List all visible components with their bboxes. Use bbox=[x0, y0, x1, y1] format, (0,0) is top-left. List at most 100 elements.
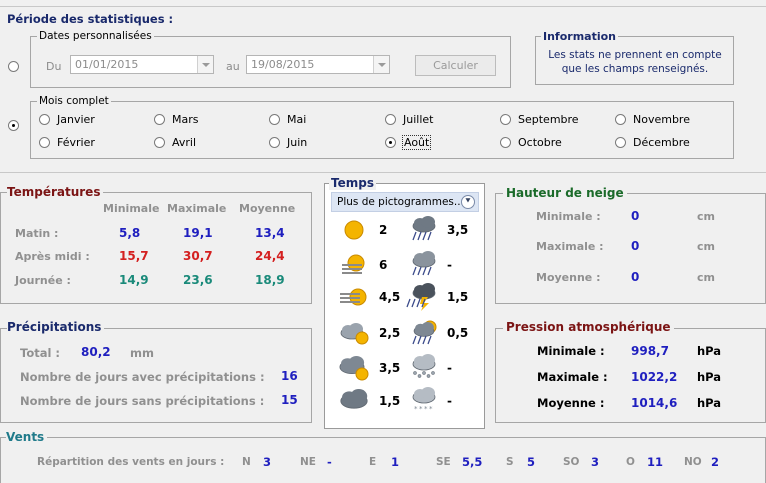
chevron-down-icon[interactable] bbox=[373, 56, 389, 73]
wind-dir-label: SO bbox=[563, 456, 580, 468]
pressure-max-unit: hPa bbox=[697, 370, 722, 384]
to-label: au bbox=[226, 60, 240, 73]
wind-dir-value: 3 bbox=[591, 455, 600, 469]
temp-day-avg: 18,9 bbox=[255, 273, 285, 287]
month-radio-9[interactable] bbox=[500, 137, 511, 148]
custom-dates-radio[interactable] bbox=[8, 61, 19, 72]
snow-avg-label: Moyenne : bbox=[536, 271, 601, 284]
from-date-value: 01/01/2015 bbox=[75, 58, 139, 71]
weather-right-value: 3,5 bbox=[447, 223, 469, 237]
precip-total-value: 80,2 bbox=[81, 345, 111, 359]
svg-text:*: * bbox=[419, 405, 423, 413]
month-label[interactable]: Décembre bbox=[633, 136, 690, 149]
thunderstorm-icon bbox=[406, 283, 436, 311]
period-title: Période des statistiques : bbox=[7, 12, 174, 26]
custom-dates-legend: Dates personnalisées bbox=[37, 30, 154, 42]
wind-dir-value: 11 bbox=[647, 455, 664, 469]
month-label[interactable]: Mai bbox=[287, 113, 306, 126]
to-date-combo[interactable]: 19/08/2015 bbox=[246, 55, 390, 74]
pressure-min-unit: hPa bbox=[697, 344, 722, 358]
temp-morning-max: 19,1 bbox=[183, 226, 213, 240]
partly-cloudy-icon bbox=[340, 323, 369, 345]
chevron-down-icon[interactable]: ⯆ bbox=[461, 195, 475, 209]
from-label: Du bbox=[46, 60, 62, 73]
precip-with-label: Nombre de jours avec précipitations : bbox=[20, 370, 265, 384]
month-label[interactable]: Septembre bbox=[518, 113, 579, 126]
chevron-down-icon[interactable] bbox=[197, 56, 213, 73]
wind-dir-value: 5 bbox=[527, 455, 536, 469]
snow-min-value: 0 bbox=[631, 209, 640, 223]
month-radio-6[interactable] bbox=[385, 114, 396, 125]
info-text: Les stats ne prennent en compte que les … bbox=[548, 49, 722, 75]
pictograms-dropdown[interactable]: Plus de pictogrammes... ⯆ bbox=[331, 192, 479, 212]
temp-col-min: Minimale bbox=[103, 202, 160, 215]
month-radio-0[interactable] bbox=[39, 114, 50, 125]
sun-haze-icon bbox=[340, 288, 367, 306]
month-radio-11[interactable] bbox=[615, 137, 626, 148]
rain-showers-icon bbox=[412, 216, 436, 241]
wind-dir-label: O bbox=[626, 456, 635, 468]
pressure-avg-unit: hPa bbox=[697, 396, 722, 410]
month-label[interactable]: Novembre bbox=[633, 113, 690, 126]
temp-day-min: 14,9 bbox=[119, 273, 149, 287]
precip-with-value: 16 bbox=[281, 369, 298, 383]
temp-morning-avg: 13,4 bbox=[255, 226, 285, 240]
heavy-rain-icon bbox=[412, 251, 436, 276]
weather-left-value: 2 bbox=[379, 223, 388, 237]
temp-day-max: 23,6 bbox=[183, 273, 213, 287]
winds-label: Répartition des vents en jours : bbox=[37, 456, 225, 468]
month-radio-2[interactable] bbox=[154, 114, 165, 125]
weather-pictograms: * * * * bbox=[339, 216, 437, 413]
full-month-legend: Mois complet bbox=[37, 95, 111, 107]
snow-title: Hauteur de neige bbox=[503, 186, 627, 200]
snow-avg-value: 0 bbox=[631, 270, 640, 284]
snow-max-label: Maximale : bbox=[536, 240, 604, 253]
month-radio-10[interactable] bbox=[615, 114, 626, 125]
svg-text:*: * bbox=[414, 405, 418, 413]
wind-dir-value: - bbox=[327, 455, 332, 469]
weather-title: Temps bbox=[329, 176, 376, 190]
sun-fog-icon bbox=[342, 254, 365, 274]
svg-text:*: * bbox=[424, 405, 428, 413]
precipitations-title: Précipitations bbox=[7, 320, 105, 334]
wind-dir-value: 3 bbox=[263, 455, 272, 469]
weather-left-value: 3,5 bbox=[379, 361, 401, 375]
wind-dir-value: 1 bbox=[391, 455, 400, 469]
month-radio-5[interactable] bbox=[269, 137, 280, 148]
month-radio-8[interactable] bbox=[500, 114, 511, 125]
weather-right-value: - bbox=[447, 258, 452, 272]
wind-dir-label: SE bbox=[436, 456, 451, 468]
month-radio-3[interactable] bbox=[154, 137, 165, 148]
compute-button[interactable]: Calculer bbox=[415, 55, 496, 76]
pressure-avg-value: 1014,6 bbox=[631, 396, 678, 410]
month-radio-1[interactable] bbox=[39, 137, 50, 148]
svg-text:*: * bbox=[429, 405, 433, 413]
month-label[interactable]: Juin bbox=[287, 136, 307, 149]
sun-icon bbox=[344, 220, 364, 240]
month-label[interactable]: Octobre bbox=[518, 136, 562, 149]
month-label[interactable]: Août bbox=[401, 135, 432, 150]
temperatures-title: Températures bbox=[7, 185, 104, 199]
month-label[interactable]: Février bbox=[57, 136, 95, 149]
pictograms-dropdown-label: Plus de pictogrammes... bbox=[337, 196, 464, 208]
month-label[interactable]: Juillet bbox=[403, 113, 433, 126]
weather-right-value: - bbox=[447, 394, 452, 408]
precip-total-unit: mm bbox=[130, 346, 154, 360]
pressure-max-value: 1022,2 bbox=[631, 370, 678, 384]
temp-row-afternoon-label: Après midi : bbox=[15, 250, 90, 263]
temp-row-morning-label: Matin : bbox=[15, 227, 59, 240]
month-label[interactable]: Mars bbox=[172, 113, 199, 126]
month-radio-7[interactable] bbox=[385, 137, 396, 148]
temp-col-max: Maximale bbox=[167, 202, 227, 215]
month-label[interactable]: Janvier bbox=[57, 113, 95, 126]
precip-without-label: Nombre de jours sans précipitations : bbox=[20, 394, 265, 408]
hail-icon bbox=[412, 354, 436, 378]
from-date-combo[interactable]: 01/01/2015 bbox=[70, 55, 214, 74]
info-title: Information bbox=[541, 30, 618, 43]
full-month-radio[interactable] bbox=[8, 120, 19, 131]
temp-col-avg: Moyenne bbox=[239, 202, 296, 215]
winds-title: Vents bbox=[6, 430, 48, 444]
month-label[interactable]: Avril bbox=[172, 136, 196, 149]
month-radio-4[interactable] bbox=[269, 114, 280, 125]
snow-min-label: Minimale : bbox=[536, 210, 601, 223]
